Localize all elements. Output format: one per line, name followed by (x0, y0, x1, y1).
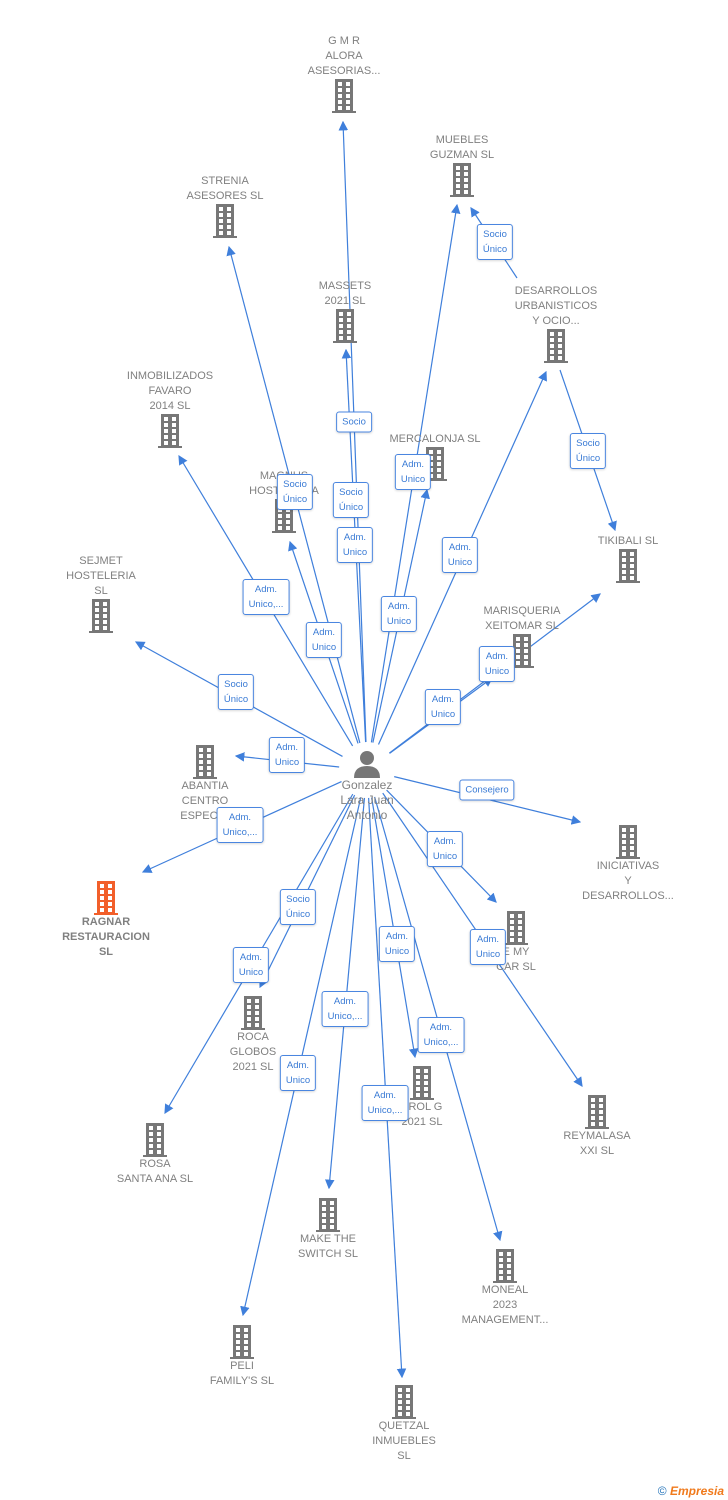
company-node[interactable]: STRENIA ASESORES SL (155, 174, 295, 238)
relation-label[interactable]: Adm. Unico (424, 689, 462, 725)
footer-brand[interactable]: © Empresia (658, 1484, 724, 1498)
building-icon (334, 1385, 474, 1419)
company-name: INMOBILIZADOS FAVARO 2014 SL (126, 370, 214, 412)
person-icon (354, 751, 380, 778)
relation-label[interactable]: Adm. Unico,... (361, 1085, 409, 1121)
company-node[interactable]: MARISQUERIA XEITOMAR SL (452, 604, 592, 668)
company-name: SEJMET HOSTELERIA SL (66, 555, 136, 597)
company-name: MARISQUERIA XEITOMAR SL (483, 605, 561, 632)
relation-label[interactable]: Socio Único (279, 889, 317, 925)
company-name: G M R ALORA ASESORIAS... (307, 35, 381, 77)
company-name: MUEBLES GUZMAN SL (429, 134, 495, 161)
company-node[interactable]: ROSA SANTA ANA SL (85, 1123, 225, 1187)
relation-label[interactable]: Consejero (459, 779, 515, 801)
relation-label[interactable]: Adm. Unico (279, 1055, 317, 1091)
person-name: Gonzalez Lara Juan Antonio (340, 778, 394, 822)
company-name: MASSETS 2021 SL (318, 280, 372, 307)
relation-label[interactable]: Adm. Unico (305, 622, 343, 658)
building-icon (155, 204, 295, 238)
company-node[interactable]: G M R ALORA ASESORIAS... (274, 34, 414, 113)
relation-label[interactable]: Adm. Unico,... (417, 1017, 465, 1053)
building-icon (172, 1325, 312, 1359)
company-name: RAGNAR RESTAURACION SL (62, 916, 150, 958)
building-icon (135, 745, 275, 779)
building-icon (446, 911, 586, 945)
company-name: INICIATIVAS Y DESARROLLOS... (582, 860, 674, 902)
company-node[interactable]: INICIATIVAS Y DESARROLLOS... (558, 825, 698, 904)
relation-label[interactable]: Adm. Unico (378, 926, 416, 962)
building-icon (85, 1123, 225, 1157)
building-icon (558, 825, 698, 859)
building-icon (31, 599, 171, 633)
relation-label[interactable]: Adm. Unico (232, 947, 270, 983)
building-icon (183, 996, 323, 1030)
company-node[interactable]: SEJMET HOSTELERIA SL (31, 554, 171, 633)
relation-label[interactable]: Adm. Unico (441, 537, 479, 573)
company-node[interactable]: MUEBLES GUZMAN SL (392, 133, 532, 197)
company-name: DESARROLLOS URBANISTICOS Y OCIO... (514, 285, 598, 327)
relation-label[interactable]: Adm. Unico,... (216, 807, 264, 843)
copyright-symbol: © (657, 1484, 667, 1498)
building-icon (452, 634, 592, 668)
network-diagram: G M R ALORA ASESORIAS... MUEBLES GUZMAN S… (0, 0, 728, 1500)
relation-label[interactable]: Adm. Unico (380, 596, 418, 632)
relation-label[interactable]: Socio (336, 411, 372, 433)
company-name: STRENIA ASESORES SL (186, 175, 264, 202)
company-name: TIKIBALI SL (597, 535, 659, 547)
company-node[interactable]: MASSETS 2021 SL (275, 279, 415, 343)
company-name: MONEAL 2023 MANAGEMENT... (461, 1284, 549, 1326)
building-icon (258, 1198, 398, 1232)
company-node[interactable]: PELI FAMILY'S SL (172, 1325, 312, 1389)
relation-label[interactable]: Adm. Unico (426, 831, 464, 867)
company-node[interactable]: REYMALASA XXI SL (527, 1095, 667, 1159)
company-name: ROSA SANTA ANA SL (116, 1158, 194, 1185)
building-icon (558, 549, 698, 583)
company-node[interactable]: INMOBILIZADOS FAVARO 2014 SL (100, 369, 240, 448)
relation-label[interactable]: Socio Único (276, 474, 314, 510)
relation-label[interactable]: Socio Único (217, 674, 255, 710)
company-node[interactable]: TIKIBALI SL (558, 534, 698, 583)
company-name: MAKE THE SWITCH SL (298, 1233, 358, 1260)
company-name: REYMALASA XXI SL (563, 1130, 631, 1157)
company-node[interactable]: MONEAL 2023 MANAGEMENT... (435, 1249, 575, 1328)
relation-label[interactable]: Socio Único (569, 433, 607, 469)
company-node[interactable]: E MY CAR SL (446, 911, 586, 975)
building-icon (392, 163, 532, 197)
relation-label[interactable]: Adm. Unico (394, 454, 432, 490)
company-name: MERCALONJA SL (389, 433, 481, 445)
building-icon (486, 329, 626, 363)
building-icon (274, 79, 414, 113)
relation-label[interactable]: Adm. Unico,... (242, 579, 290, 615)
building-icon (527, 1095, 667, 1129)
company-name: QUETZAL INMUEBLES SL (372, 1420, 436, 1462)
relation-label[interactable]: Adm. Unico (478, 646, 516, 682)
building-icon (36, 881, 176, 915)
relation-label[interactable]: Socio Único (332, 482, 370, 518)
building-icon (100, 414, 240, 448)
building-icon (365, 447, 505, 481)
company-name: E MY CAR SL (496, 946, 536, 973)
company-node[interactable]: RAGNAR RESTAURACION SL (36, 881, 176, 960)
company-name: PELI FAMILY'S SL (209, 1360, 275, 1387)
company-node[interactable]: QUETZAL INMUEBLES SL (334, 1385, 474, 1464)
relation-label[interactable]: Socio Único (476, 224, 514, 260)
building-icon (275, 309, 415, 343)
person-node-center[interactable]: Gonzalez Lara Juan Antonio (297, 748, 437, 823)
company-node[interactable]: MERCALONJA SL (365, 432, 505, 481)
relation-label[interactable]: Adm. Unico (336, 527, 374, 563)
company-node[interactable]: MAKE THE SWITCH SL (258, 1198, 398, 1262)
relation-label[interactable]: Adm. Unico (469, 929, 507, 965)
building-icon (435, 1249, 575, 1283)
relation-label[interactable]: Adm. Unico,... (321, 991, 369, 1027)
brand-logo: Empresia (669, 1484, 724, 1498)
company-node[interactable]: DESARROLLOS URBANISTICOS Y OCIO... (486, 284, 626, 363)
